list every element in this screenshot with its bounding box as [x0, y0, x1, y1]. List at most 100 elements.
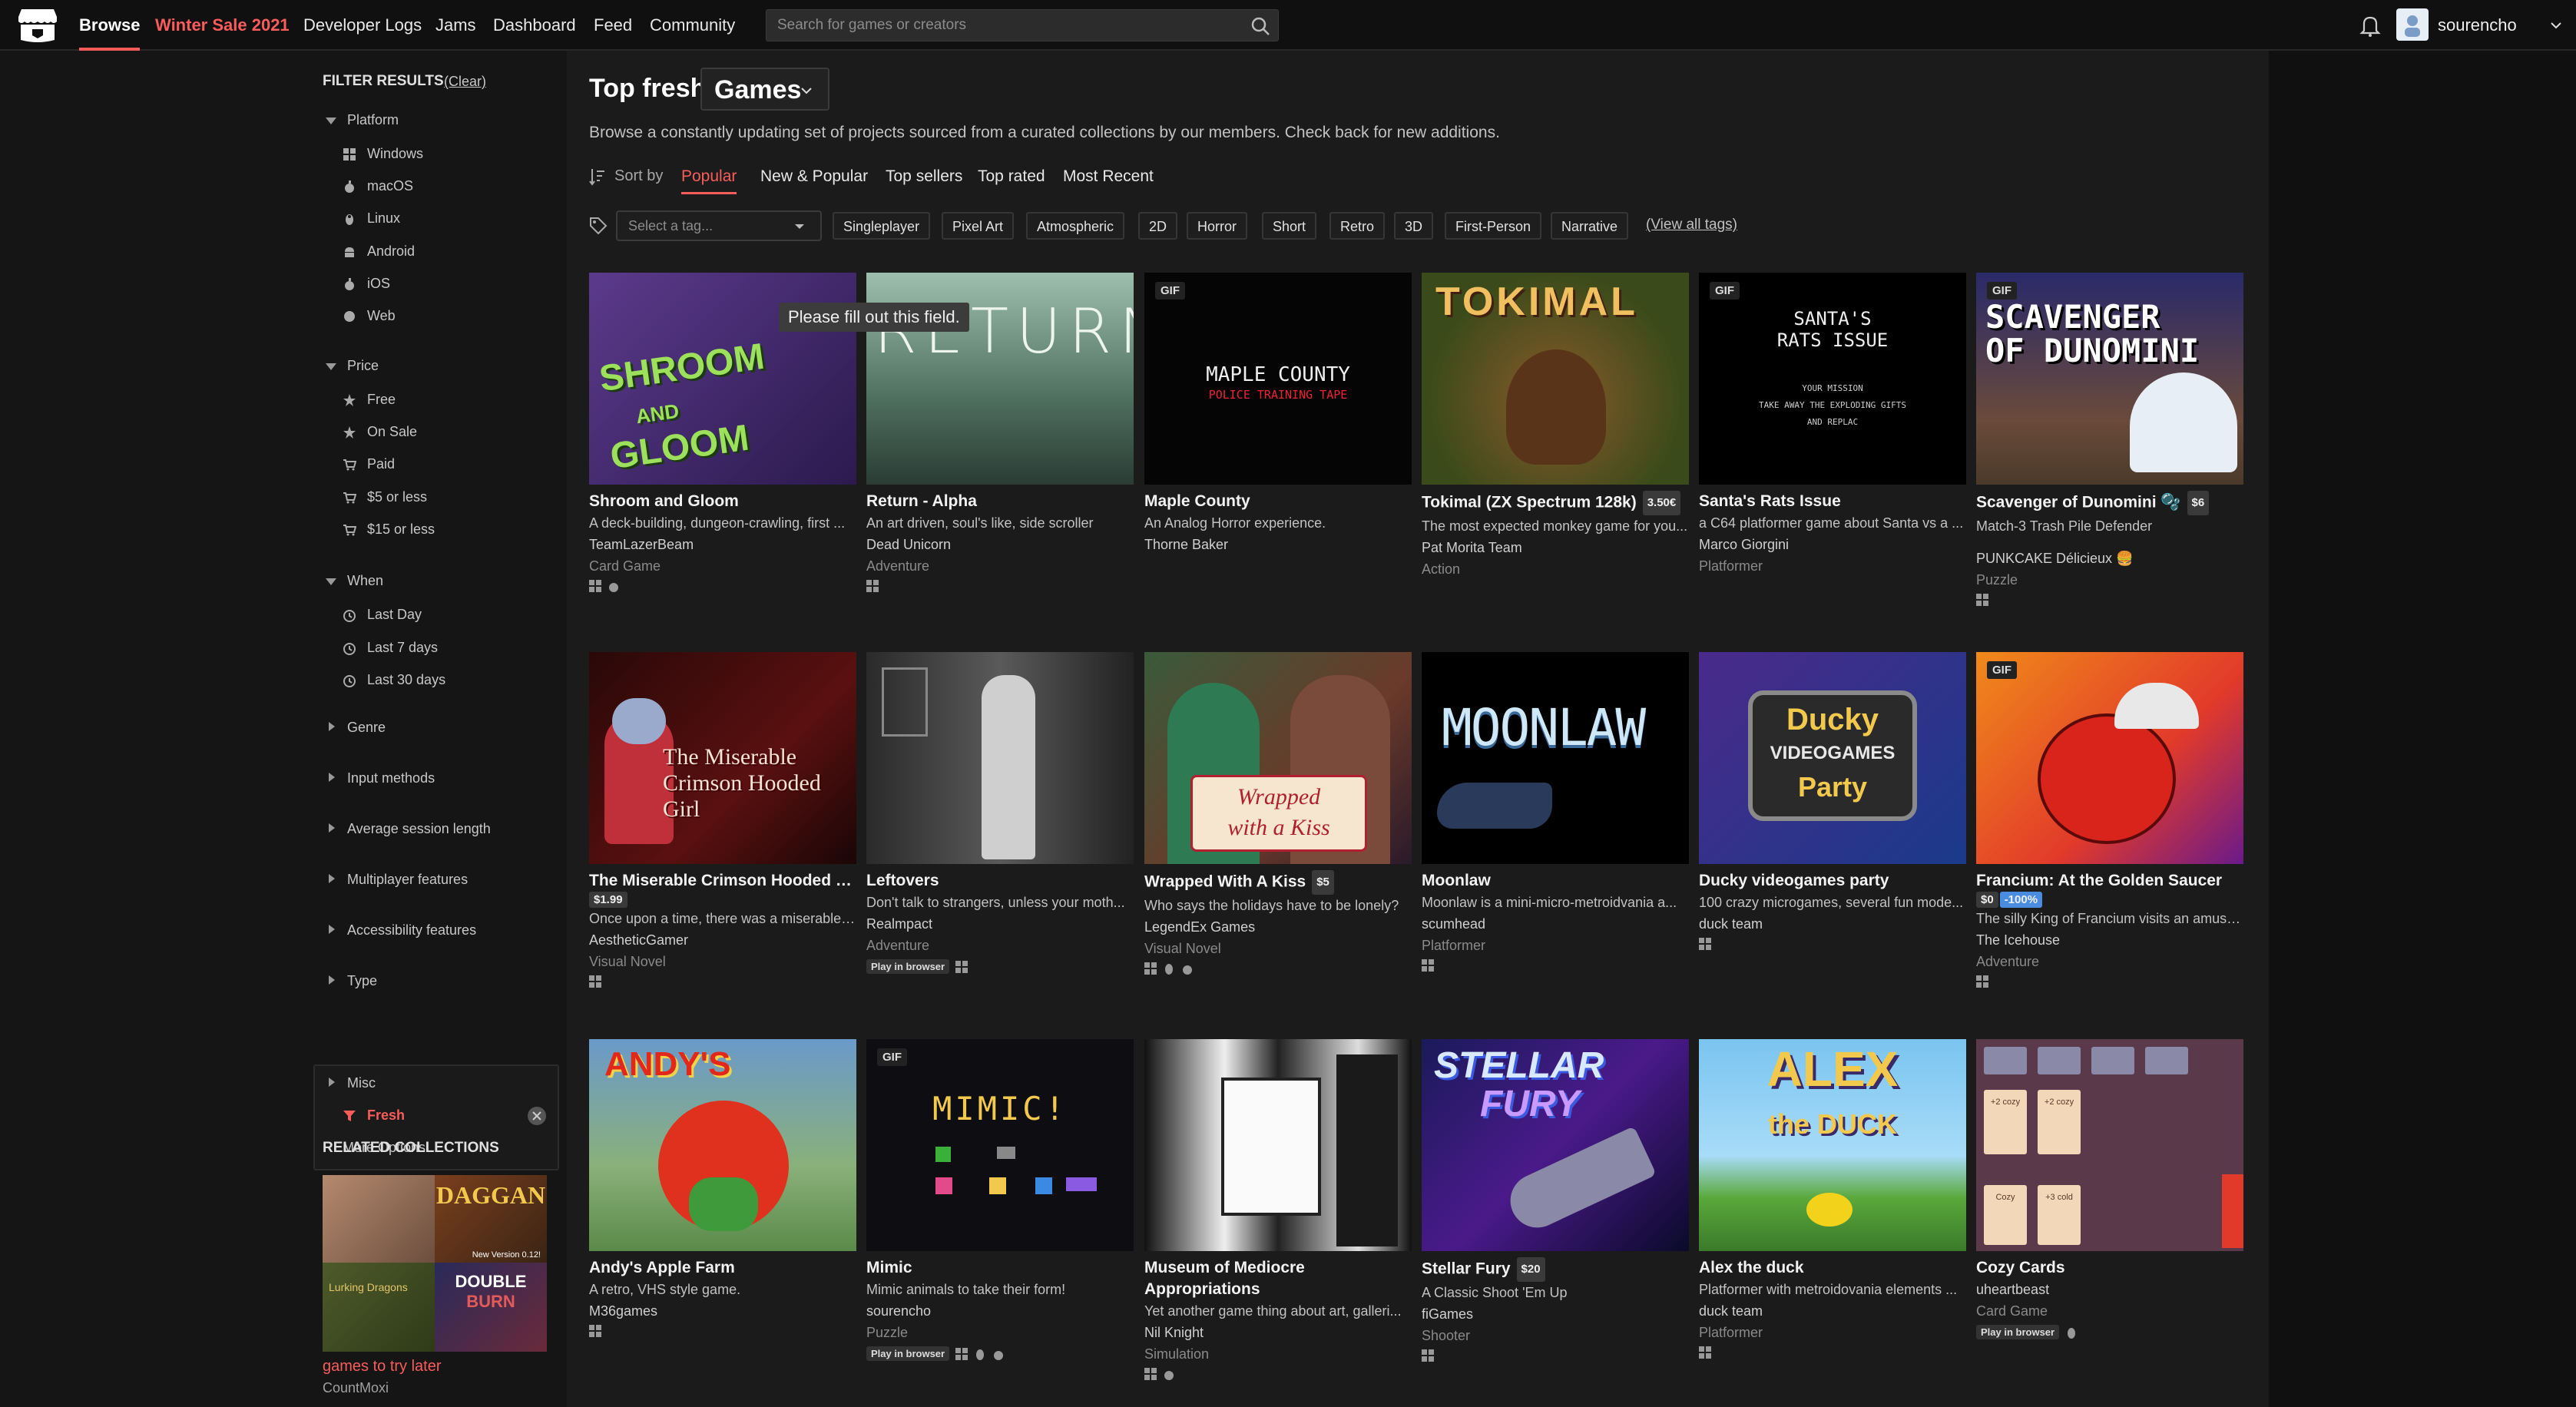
game-thumbnail[interactable]: ALEX the DUCK [1699, 1039, 1966, 1251]
sort-top-rated[interactable]: Top rated [978, 167, 1045, 186]
play-in-browser-badge[interactable]: Play in browser [866, 1346, 950, 1361]
game-author[interactable]: TeamLazerBeam [589, 534, 856, 555]
game-author[interactable]: fiGames [1422, 1303, 1689, 1325]
tag-horror[interactable]: Horror [1187, 212, 1248, 240]
tag-select[interactable]: Select a tag... [616, 210, 822, 241]
game-title[interactable]: Museum of Mediocre Appropriations [1144, 1257, 1412, 1300]
game-title[interactable]: Shroom and Gloom [589, 491, 856, 512]
game-title[interactable]: Leftovers [866, 870, 1134, 892]
filter-windows[interactable]: Windows [367, 146, 423, 162]
game-author[interactable]: LegendEx Games [1144, 916, 1412, 938]
session-length-section-label[interactable]: Average session length [347, 821, 491, 837]
close-icon[interactable] [527, 1106, 547, 1126]
game-thumbnail[interactable]: GIF SCAVENGER OF DUNOMINI [1976, 273, 2243, 485]
game-author[interactable]: AestheticGamer [589, 929, 856, 951]
chevron-down-icon[interactable] [2550, 22, 2562, 29]
game-thumbnail[interactable] [1144, 1039, 1412, 1251]
view-all-tags-link[interactable]: (View all tags) [1646, 217, 1737, 233]
filter-linux[interactable]: Linux [367, 210, 400, 227]
game-author[interactable]: M36games [589, 1300, 856, 1322]
input-methods-section-label[interactable]: Input methods [347, 770, 435, 786]
game-title[interactable]: Francium: At the Golden Saucer [1976, 870, 2243, 892]
game-thumbnail[interactable]: STELLAR FURY [1422, 1039, 1689, 1251]
play-in-browser-badge[interactable]: Play in browser [1976, 1325, 2060, 1339]
caret-right-icon[interactable] [329, 773, 335, 782]
collection-author[interactable]: CountMoxi [323, 1380, 389, 1396]
game-title[interactable]: Stellar Fury $20 [1422, 1257, 1689, 1282]
nav-community[interactable]: Community [650, 0, 735, 51]
game-author[interactable]: Thorne Baker [1144, 534, 1412, 555]
type-section-label[interactable]: Type [347, 973, 377, 989]
tag-short[interactable]: Short [1262, 212, 1317, 240]
game-thumbnail[interactable]: The Miserable Crimson Hooded Girl [589, 652, 856, 864]
tag-2d[interactable]: 2D [1138, 212, 1178, 240]
filter-last-day[interactable]: Last Day [367, 607, 422, 623]
game-title[interactable]: Andy's Apple Farm [589, 1257, 856, 1279]
game-thumbnail[interactable]: GIF SANTA'S RATS ISSUE YOUR MISSION TAKE A… [1699, 273, 1966, 485]
game-thumbnail[interactable]: MOONLAW [1422, 652, 1689, 864]
when-section-label[interactable]: When [347, 573, 383, 589]
username[interactable]: sourencho [2438, 0, 2517, 51]
game-author[interactable]: Realmpact [866, 913, 1134, 935]
caret-down-icon[interactable] [326, 578, 336, 585]
sort-most-recent[interactable]: Most Recent [1063, 167, 1154, 186]
filter-free[interactable]: Free [367, 392, 396, 408]
caret-right-icon[interactable] [329, 1078, 335, 1087]
avatar[interactable] [2396, 8, 2429, 41]
game-thumbnail[interactable]: GIF [1976, 652, 2243, 864]
tag-retro[interactable]: Retro [1329, 212, 1386, 240]
tag-narrative[interactable]: Narrative [1551, 212, 1629, 240]
game-author[interactable]: The Icehouse [1976, 929, 2243, 951]
game-title[interactable]: Alex the duck [1699, 1257, 1966, 1279]
filter-on-sale[interactable]: On Sale [367, 424, 417, 440]
game-thumbnail[interactable]: GIF MIMIC! [866, 1039, 1134, 1251]
filter-paid[interactable]: Paid [367, 456, 395, 472]
caret-right-icon[interactable] [329, 823, 335, 833]
game-thumbnail[interactable]: GIF MAPLE COUNTY POLICE TRAINING TAPE [1144, 273, 1412, 485]
game-title[interactable]: Mimic [866, 1257, 1134, 1279]
collection-thumbnail[interactable]: DAGGAN New Version 0.12! Lurking Dragons… [323, 1175, 547, 1352]
tag-singleplayer[interactable]: Singleplayer [833, 212, 931, 240]
caret-down-icon[interactable] [326, 118, 336, 124]
bell-icon[interactable] [2359, 14, 2381, 37]
game-thumbnail[interactable]: +2 cozy +2 cozy Cozy +3 cold [1976, 1039, 2243, 1251]
misc-section-label[interactable]: Misc [347, 1075, 376, 1091]
itchio-logo-icon[interactable] [17, 6, 58, 45]
nav-developer-logs[interactable]: Developer Logs [303, 0, 422, 51]
sort-popular[interactable]: Popular [681, 167, 737, 194]
price-section-label[interactable]: Price [347, 358, 379, 374]
caret-right-icon[interactable] [329, 722, 335, 731]
game-author[interactable]: Dead Unicorn [866, 534, 1134, 555]
filter-ios[interactable]: iOS [367, 276, 390, 292]
tag-atmospheric[interactable]: Atmospheric [1026, 212, 1125, 240]
accessibility-section-label[interactable]: Accessibility features [347, 922, 476, 939]
game-author[interactable]: sourencho [866, 1300, 1134, 1322]
filter-last-7-days[interactable]: Last 7 days [367, 640, 438, 656]
play-in-browser-badge[interactable]: Play in browser [866, 959, 950, 974]
filter-15-or-less[interactable]: $15 or less [367, 521, 435, 538]
nav-winter-sale[interactable]: Winter Sale 2021 [155, 0, 290, 51]
search-input[interactable] [767, 10, 1227, 41]
caret-down-icon[interactable] [326, 363, 336, 370]
clear-filters-link[interactable]: (Clear) [444, 74, 486, 90]
filter-fresh-active[interactable]: Fresh [367, 1107, 405, 1124]
game-author[interactable]: PUNKCAKE Délicieux 🍔 [1976, 548, 2243, 569]
tag-pixel-art[interactable]: Pixel Art [942, 212, 1015, 240]
game-author[interactable]: Marco Giorgini [1699, 534, 1966, 555]
caret-right-icon[interactable] [329, 925, 335, 934]
filter-last-30-days[interactable]: Last 30 days [367, 672, 445, 688]
game-title[interactable]: Ducky videogames party [1699, 870, 1966, 892]
caret-right-icon[interactable] [329, 975, 335, 985]
game-thumbnail[interactable]: ANDY'S [589, 1039, 856, 1251]
genre-section-label[interactable]: Genre [347, 720, 386, 736]
category-dropdown[interactable]: Games [700, 68, 829, 111]
game-title[interactable]: Wrapped With A Kiss $5 [1144, 870, 1412, 895]
game-title[interactable]: Moonlaw [1422, 870, 1689, 892]
game-author[interactable]: Pat Morita Team [1422, 537, 1689, 558]
multiplayer-section-label[interactable]: Multiplayer features [347, 872, 468, 888]
sort-top-sellers[interactable]: Top sellers [886, 167, 962, 186]
nav-dashboard[interactable]: Dashboard [493, 0, 576, 51]
collection-name[interactable]: games to try later [323, 1358, 442, 1376]
game-thumbnail[interactable]: Ducky VIDEOGAMES Party [1699, 652, 1966, 864]
game-title[interactable]: The Miserable Crimson Hooded Girl [589, 870, 856, 892]
